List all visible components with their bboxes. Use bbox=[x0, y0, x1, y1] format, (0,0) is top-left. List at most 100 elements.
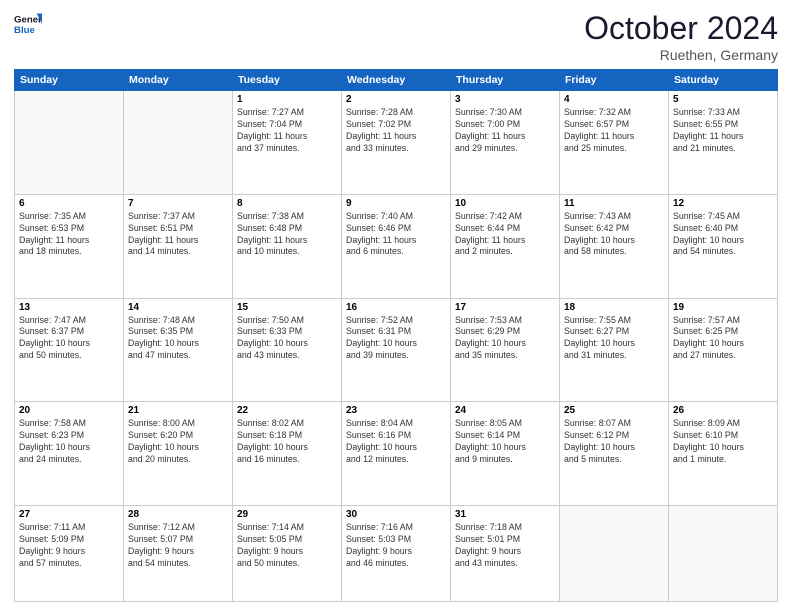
day-number: 18 bbox=[564, 302, 664, 313]
day-number: 14 bbox=[128, 302, 228, 313]
calendar-header-row: Sunday Monday Tuesday Wednesday Thursday… bbox=[15, 70, 778, 91]
day-number: 5 bbox=[673, 94, 773, 105]
day-info: Sunrise: 7:45 AMSunset: 6:40 PMDaylight:… bbox=[673, 211, 773, 259]
day-info: Sunrise: 7:32 AMSunset: 6:57 PMDaylight:… bbox=[564, 107, 664, 155]
day-info: Sunrise: 7:50 AMSunset: 6:33 PMDaylight:… bbox=[237, 315, 337, 363]
page: General Blue October 2024 Ruethen, Germa… bbox=[0, 0, 792, 612]
day-info: Sunrise: 7:18 AMSunset: 5:01 PMDaylight:… bbox=[455, 522, 555, 570]
table-row bbox=[124, 91, 233, 195]
day-number: 17 bbox=[455, 302, 555, 313]
table-row: 5Sunrise: 7:33 AMSunset: 6:55 PMDaylight… bbox=[669, 91, 778, 195]
day-info: Sunrise: 8:04 AMSunset: 6:16 PMDaylight:… bbox=[346, 418, 446, 466]
table-row: 10 Sunrise: 7:42 AMSunset: 6:44 PMDayligh… bbox=[451, 194, 560, 298]
day-info: Sunrise: 7:52 AMSunset: 6:31 PMDaylight:… bbox=[346, 315, 446, 363]
table-row: 22 Sunrise: 8:02 AMSunset: 6:18 PMDayligh… bbox=[233, 402, 342, 506]
day-number: 15 bbox=[237, 302, 337, 313]
day-info: Sunrise: 7:53 AMSunset: 6:29 PMDaylight:… bbox=[455, 315, 555, 363]
day-info: Sunrise: 7:43 AMSunset: 6:42 PMDaylight:… bbox=[564, 211, 664, 259]
table-row: 9 Sunrise: 7:40 AMSunset: 6:46 PMDaylight… bbox=[342, 194, 451, 298]
table-row: 27 Sunrise: 7:11 AMSunset: 5:09 PMDayligh… bbox=[15, 506, 124, 602]
logo-icon: General Blue bbox=[14, 10, 42, 38]
day-info: Sunrise: 7:30 AMSunset: 7:00 PMDaylight:… bbox=[455, 107, 555, 155]
day-number: 10 bbox=[455, 198, 555, 209]
table-row: 29Sunrise: 7:14 AMSunset: 5:05 PMDayligh… bbox=[233, 506, 342, 602]
table-row: 26 Sunrise: 8:09 AMSunset: 6:10 PMDayligh… bbox=[669, 402, 778, 506]
day-info: Sunrise: 7:12 AMSunset: 5:07 PMDaylight:… bbox=[128, 522, 228, 570]
day-number: 8 bbox=[237, 198, 337, 209]
day-number: 13 bbox=[19, 302, 119, 313]
table-row: 6 Sunrise: 7:35 AMSunset: 6:53 PMDaylight… bbox=[15, 194, 124, 298]
day-number: 24 bbox=[455, 405, 555, 416]
day-info: Sunrise: 8:09 AMSunset: 6:10 PMDaylight:… bbox=[673, 418, 773, 466]
col-monday: Monday bbox=[124, 70, 233, 91]
day-number: 16 bbox=[346, 302, 446, 313]
table-row: 2 Sunrise: 7:28 AMSunset: 7:02 PMDaylight… bbox=[342, 91, 451, 195]
table-row: 11Sunrise: 7:43 AMSunset: 6:42 PMDayligh… bbox=[560, 194, 669, 298]
day-number: 7 bbox=[128, 198, 228, 209]
day-number: 4 bbox=[564, 94, 664, 105]
title-month: October 2024 bbox=[584, 10, 778, 47]
day-number: 21 bbox=[128, 405, 228, 416]
day-info: Sunrise: 7:40 AMSunset: 6:46 PMDaylight:… bbox=[346, 211, 446, 259]
day-number: 20 bbox=[19, 405, 119, 416]
svg-text:Blue: Blue bbox=[14, 25, 35, 36]
table-row: 19 Sunrise: 7:57 AMSunset: 6:25 PMDayligh… bbox=[669, 298, 778, 402]
day-info: Sunrise: 7:27 AMSunset: 7:04 PMDaylight:… bbox=[237, 107, 337, 155]
day-number: 1 bbox=[237, 94, 337, 105]
day-number: 30 bbox=[346, 509, 446, 520]
day-number: 23 bbox=[346, 405, 446, 416]
day-number: 25 bbox=[564, 405, 664, 416]
day-info: Sunrise: 8:00 AMSunset: 6:20 PMDaylight:… bbox=[128, 418, 228, 466]
table-row bbox=[669, 506, 778, 602]
day-info: Sunrise: 7:28 AMSunset: 7:02 PMDaylight:… bbox=[346, 107, 446, 155]
day-number: 28 bbox=[128, 509, 228, 520]
day-info: Sunrise: 7:42 AMSunset: 6:44 PMDaylight:… bbox=[455, 211, 555, 259]
table-row: 3 Sunrise: 7:30 AMSunset: 7:00 PMDaylight… bbox=[451, 91, 560, 195]
day-number: 26 bbox=[673, 405, 773, 416]
table-row: 20 Sunrise: 7:58 AMSunset: 6:23 PMDayligh… bbox=[15, 402, 124, 506]
day-number: 22 bbox=[237, 405, 337, 416]
col-tuesday: Tuesday bbox=[233, 70, 342, 91]
table-row: 25 Sunrise: 8:07 AMSunset: 6:12 PMDayligh… bbox=[560, 402, 669, 506]
day-info: Sunrise: 7:57 AMSunset: 6:25 PMDaylight:… bbox=[673, 315, 773, 363]
table-row: 21 Sunrise: 8:00 AMSunset: 6:20 PMDayligh… bbox=[124, 402, 233, 506]
day-info: Sunrise: 7:55 AMSunset: 6:27 PMDaylight:… bbox=[564, 315, 664, 363]
day-info: Sunrise: 7:37 AMSunset: 6:51 PMDaylight:… bbox=[128, 211, 228, 259]
day-number: 6 bbox=[19, 198, 119, 209]
header: General Blue October 2024 Ruethen, Germa… bbox=[14, 10, 778, 63]
title-block: October 2024 Ruethen, Germany bbox=[584, 10, 778, 63]
table-row: 12 Sunrise: 7:45 AMSunset: 6:40 PMDayligh… bbox=[669, 194, 778, 298]
day-info: Sunrise: 7:58 AMSunset: 6:23 PMDaylight:… bbox=[19, 418, 119, 466]
table-row: 15 Sunrise: 7:50 AMSunset: 6:33 PMDayligh… bbox=[233, 298, 342, 402]
day-info: Sunrise: 7:47 AMSunset: 6:37 PMDaylight:… bbox=[19, 315, 119, 363]
day-number: 27 bbox=[19, 509, 119, 520]
table-row: 7 Sunrise: 7:37 AMSunset: 6:51 PMDaylight… bbox=[124, 194, 233, 298]
table-row: 14 Sunrise: 7:48 AMSunset: 6:35 PMDayligh… bbox=[124, 298, 233, 402]
table-row bbox=[15, 91, 124, 195]
day-number: 9 bbox=[346, 198, 446, 209]
day-number: 2 bbox=[346, 94, 446, 105]
table-row: 18 Sunrise: 7:55 AMSunset: 6:27 PMDayligh… bbox=[560, 298, 669, 402]
col-saturday: Saturday bbox=[669, 70, 778, 91]
day-number: 3 bbox=[455, 94, 555, 105]
day-info: Sunrise: 8:05 AMSunset: 6:14 PMDaylight:… bbox=[455, 418, 555, 466]
table-row: 13 Sunrise: 7:47 AMSunset: 6:37 PMDayligh… bbox=[15, 298, 124, 402]
day-info: Sunrise: 7:11 AMSunset: 5:09 PMDaylight:… bbox=[19, 522, 119, 570]
day-number: 12 bbox=[673, 198, 773, 209]
logo: General Blue bbox=[14, 10, 42, 38]
table-row bbox=[560, 506, 669, 602]
day-number: 19 bbox=[673, 302, 773, 313]
day-info: Sunrise: 7:38 AMSunset: 6:48 PMDaylight:… bbox=[237, 211, 337, 259]
day-info: Sunrise: 8:02 AMSunset: 6:18 PMDaylight:… bbox=[237, 418, 337, 466]
col-thursday: Thursday bbox=[451, 70, 560, 91]
table-row: 23 Sunrise: 8:04 AMSunset: 6:16 PMDayligh… bbox=[342, 402, 451, 506]
day-info: Sunrise: 8:07 AMSunset: 6:12 PMDaylight:… bbox=[564, 418, 664, 466]
title-location: Ruethen, Germany bbox=[584, 47, 778, 63]
day-info: Sunrise: 7:35 AMSunset: 6:53 PMDaylight:… bbox=[19, 211, 119, 259]
day-number: 29 bbox=[237, 509, 337, 520]
table-row: 30Sunrise: 7:16 AMSunset: 5:03 PMDayligh… bbox=[342, 506, 451, 602]
day-info: Sunrise: 7:48 AMSunset: 6:35 PMDaylight:… bbox=[128, 315, 228, 363]
calendar-table: Sunday Monday Tuesday Wednesday Thursday… bbox=[14, 69, 778, 602]
table-row: 8 Sunrise: 7:38 AMSunset: 6:48 PMDaylight… bbox=[233, 194, 342, 298]
table-row: 17 Sunrise: 7:53 AMSunset: 6:29 PMDayligh… bbox=[451, 298, 560, 402]
